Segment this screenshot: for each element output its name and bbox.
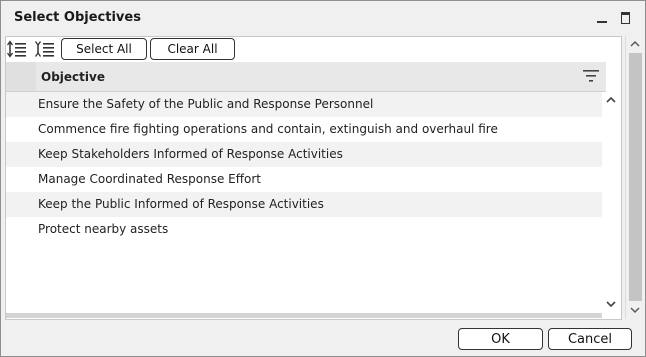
- list-item[interactable]: Manage Coordinated Response Effort: [6, 167, 602, 192]
- objective-cell: Ensure the Safety of the Public and Resp…: [38, 97, 374, 111]
- title-bar: Select Objectives: [1, 1, 645, 35]
- collapse-all-icon[interactable]: [35, 40, 55, 58]
- cancel-button[interactable]: Cancel: [548, 328, 632, 350]
- filter-icon[interactable]: [583, 70, 599, 82]
- row-selector-header[interactable]: [6, 62, 36, 91]
- objective-cell: Protect nearby assets: [38, 222, 169, 236]
- select-objectives-dialog: Select Objectives Select All Clear All O…: [0, 0, 646, 357]
- maximize-icon[interactable]: [621, 12, 630, 24]
- list-item[interactable]: Commence fire fighting operations and co…: [6, 117, 602, 142]
- grid-horizontal-scrollbar[interactable]: [6, 313, 602, 318]
- objective-column-header[interactable]: Objective: [41, 70, 105, 84]
- objective-cell: Keep Stakeholders Informed of Response A…: [38, 147, 343, 161]
- objective-cell: Keep the Public Informed of Response Act…: [38, 197, 324, 211]
- select-all-button[interactable]: Select All: [61, 38, 147, 60]
- list-item[interactable]: Ensure the Safety of the Public and Resp…: [6, 92, 602, 117]
- grid-header: Objective: [6, 62, 606, 92]
- dialog-vertical-scrollbar[interactable]: [625, 36, 644, 319]
- minimize-icon[interactable]: [597, 21, 607, 23]
- dialog-title: Select Objectives: [14, 10, 141, 25]
- clear-all-button[interactable]: Clear All: [150, 38, 235, 60]
- chevron-down-icon[interactable]: [605, 299, 617, 309]
- objective-cell: Manage Coordinated Response Effort: [38, 172, 261, 186]
- grid-vertical-scrollbar[interactable]: [602, 92, 620, 312]
- list-item[interactable]: Protect nearby assets: [6, 217, 602, 242]
- objectives-list: Ensure the Safety of the Public and Resp…: [6, 92, 602, 242]
- ok-button[interactable]: OK: [458, 328, 543, 350]
- list-item[interactable]: Keep Stakeholders Informed of Response A…: [6, 142, 602, 167]
- grid-toolbar: Select All Clear All: [6, 37, 621, 62]
- chevron-down-icon[interactable]: [629, 305, 641, 315]
- objectives-panel: Select All Clear All Objective Ensure th…: [5, 36, 622, 320]
- expand-all-icon[interactable]: [7, 40, 27, 58]
- scrollbar-thumb[interactable]: [629, 53, 642, 301]
- objective-cell: Commence fire fighting operations and co…: [38, 122, 498, 136]
- chevron-up-icon[interactable]: [629, 39, 641, 49]
- list-item[interactable]: Keep the Public Informed of Response Act…: [6, 192, 602, 217]
- chevron-up-icon[interactable]: [605, 95, 617, 105]
